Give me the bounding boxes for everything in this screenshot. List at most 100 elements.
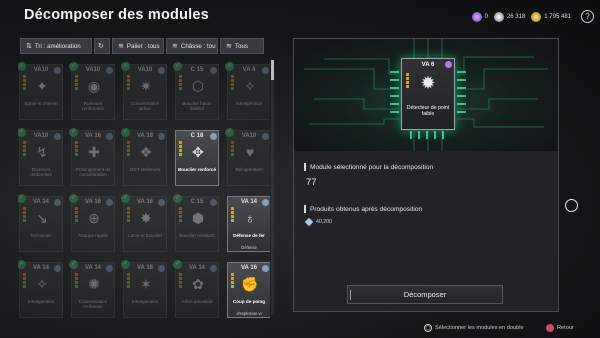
level-bars xyxy=(179,207,182,225)
module-card[interactable]: VA10 ✓ ✷ Concentration active xyxy=(121,62,167,120)
module-card[interactable]: VA10 ✓ ↯ Rumeurs renforcées xyxy=(18,128,63,186)
checkmark-icon: ✓ xyxy=(69,62,78,71)
checkmark-icon: ✓ xyxy=(173,194,182,203)
module-card[interactable]: VA 14 ✓ ✺ Concentration renforcée xyxy=(69,260,115,318)
module-card[interactable]: C 18 ✥ Bouclier renforcé xyxy=(175,130,219,186)
module-emblem-icon: ✿ xyxy=(192,275,204,292)
scrollbar-thumb[interactable] xyxy=(271,60,274,80)
lock-icon[interactable] xyxy=(106,265,113,272)
top-bar: Décomposer des modules 0 26 318 1 795 48… xyxy=(0,0,600,34)
module-name: Bouclier haute fiabilité xyxy=(182,101,212,112)
lock-icon[interactable] xyxy=(106,67,113,74)
level-bars xyxy=(127,141,130,159)
all-filter[interactable]: ≋ Tous xyxy=(220,38,264,54)
module-card[interactable]: C 15 ✓ ⬡ Bouclier haute fiabilité xyxy=(173,62,219,120)
page-title: Décomposer des modules xyxy=(24,7,209,23)
module-card[interactable]: C 15 ✓ ⬢ Bouclier résistant xyxy=(173,194,219,252)
module-card[interactable]: VA 14 ♁ Défense de fer Défense xyxy=(227,196,270,252)
lock-icon[interactable] xyxy=(54,199,61,206)
currency-gem-value: 0 xyxy=(484,13,488,20)
module-emblem-icon: ❖ xyxy=(139,143,153,160)
module-card[interactable]: VA 16 ✓ ⊕ Attaque rapide xyxy=(69,194,115,252)
checkmark-icon: ✓ xyxy=(69,260,78,269)
decompose-info: Module sélectionné pour la décomposition… xyxy=(304,163,548,227)
module-card[interactable]: VA10 ✓ ◉ Rumeurs renforcées xyxy=(69,62,115,120)
back-label: Retour xyxy=(557,325,574,331)
grid-scrollbar[interactable] xyxy=(271,60,274,315)
module-emblem-icon: ✷ xyxy=(140,77,152,94)
checkmark-icon: ✓ xyxy=(69,194,78,203)
level-bars xyxy=(231,75,234,93)
level-bars xyxy=(179,141,182,159)
select-duplicates-hint[interactable]: ◯ Sélectionner les modules en double xyxy=(424,324,524,332)
currency-gold-value: 1 795 481 xyxy=(544,13,571,20)
module-card[interactable]: VA10 ✓ ♥ Récupération xyxy=(225,128,270,186)
level-bars xyxy=(23,75,26,93)
lock-icon[interactable] xyxy=(54,265,61,272)
lock-icon[interactable] xyxy=(158,133,165,140)
module-card[interactable]: VA 14 ✓ ✧ Introspection xyxy=(18,260,63,318)
lock-icon[interactable] xyxy=(158,67,165,74)
chip-name: Détecteur de point faible xyxy=(406,105,450,118)
chip-emblem-icon: ✹ xyxy=(420,73,436,93)
tier-filter[interactable]: ≋ Palier : tous xyxy=(112,38,164,54)
silver-coin-icon xyxy=(493,11,504,22)
level-bars xyxy=(75,141,78,159)
reset-filter-button[interactable]: ↻ xyxy=(94,38,110,54)
module-card[interactable]: VA 16 ✓ ✚ Prolongement de concentration xyxy=(69,128,115,186)
module-name: Défense de fer xyxy=(233,233,265,238)
back-hint[interactable]: Retour xyxy=(546,324,574,332)
lock-icon[interactable] xyxy=(210,265,217,272)
module-card[interactable]: VA 4 ✓ ✧ Introspection xyxy=(225,62,270,120)
lock-icon[interactable] xyxy=(54,133,61,140)
lock-icon[interactable] xyxy=(210,199,217,206)
layers-icon: ≋ xyxy=(172,43,178,50)
lock-icon[interactable] xyxy=(158,199,165,206)
sort-dropdown[interactable]: ⇅ Tri : amélioration xyxy=(20,38,92,54)
module-card[interactable]: VA 14 ✓ ↘ Technicien xyxy=(18,194,63,252)
cursor-circle-icon[interactable] xyxy=(565,199,578,212)
module-emblem-icon: ♁ xyxy=(244,210,256,226)
lock-icon[interactable] xyxy=(158,265,165,272)
module-card[interactable]: VA 16 ✓ ✸ Lame et bouclier xyxy=(121,194,167,252)
module-emblem-icon: ✚ xyxy=(88,143,100,160)
module-card[interactable]: VA 18 ✓ ❖ DGT renforcés xyxy=(121,128,167,186)
level-bars xyxy=(231,207,234,225)
purple-gem-icon xyxy=(471,11,482,22)
module-card[interactable]: VA 16 ✊ Coup de poing d'explosion vi xyxy=(227,262,270,318)
decompose-button[interactable]: Décomposer xyxy=(347,285,503,304)
checkmark-icon: ✓ xyxy=(173,62,182,71)
level-bars xyxy=(127,273,130,291)
currency-gem: 0 xyxy=(471,11,488,22)
level-bars xyxy=(231,273,234,291)
module-preview: VA 6 ✹ Détecteur de point faible xyxy=(294,39,558,151)
footer-hints: ◯ Sélectionner les modules en double Ret… xyxy=(0,320,600,338)
lock-icon[interactable] xyxy=(262,67,269,74)
decompose-label: Décomposer xyxy=(403,290,447,299)
lock-icon[interactable] xyxy=(54,67,61,74)
module-card[interactable]: VA10 ✓ ✦ Santé et chemin xyxy=(18,62,63,120)
help-button[interactable]: ? xyxy=(581,10,594,23)
lock-icon[interactable] xyxy=(262,133,269,140)
lock-icon[interactable] xyxy=(262,199,269,206)
module-card[interactable]: VA 18 ✓ ✶ Introspection xyxy=(121,260,167,318)
module-name: Récupération xyxy=(235,167,263,172)
lock-icon[interactable] xyxy=(262,265,269,272)
chassis-filter[interactable]: ≋ Châsse : tou xyxy=(166,38,218,54)
lock-icon[interactable] xyxy=(210,67,217,74)
checkmark-icon: ✓ xyxy=(121,62,130,71)
lock-icon[interactable] xyxy=(106,199,113,206)
lock-icon[interactable] xyxy=(106,133,113,140)
module-name: Arbre ancestral xyxy=(181,299,213,304)
module-name: Santé et chemin xyxy=(24,101,58,106)
lock-icon[interactable] xyxy=(210,133,217,140)
result-item: 40,200 xyxy=(304,217,548,227)
module-name: DGT renforcés xyxy=(129,167,161,172)
level-bars xyxy=(231,141,234,159)
level-bars xyxy=(75,273,78,291)
module-card[interactable]: VA 14 ✓ ✿ Arbre ancestral xyxy=(173,260,219,318)
gold-coin-icon xyxy=(531,11,542,22)
checkmark-icon: ✓ xyxy=(69,128,78,137)
level-bars xyxy=(75,75,78,93)
currency-gold: 1 795 481 xyxy=(531,11,571,22)
